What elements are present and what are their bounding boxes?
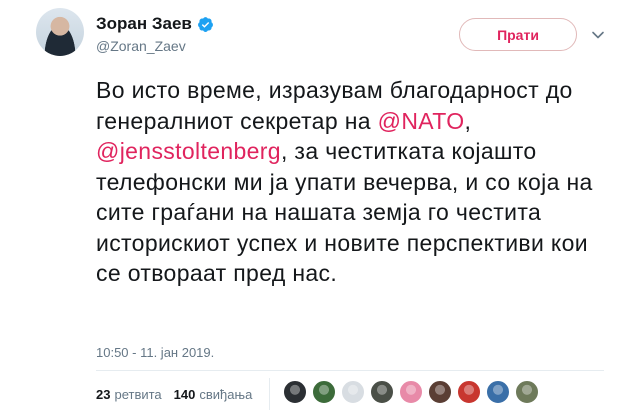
liker-avatar-1[interactable] — [283, 380, 307, 404]
tweet-timestamp[interactable]: 10:50 - 11. јан 2019. — [96, 345, 214, 360]
liker-avatar-7[interactable] — [457, 380, 481, 404]
likes-count: 140 — [173, 386, 196, 402]
liker-avatar-8[interactable] — [486, 380, 510, 404]
liker-avatar-4[interactable] — [370, 380, 394, 404]
liker-avatar-3[interactable] — [341, 380, 365, 404]
author-handle[interactable]: @Zoran_Zaev — [96, 38, 186, 54]
tweet-header: Зоран Заев @Zoran_Zaev Прати — [36, 8, 604, 64]
tweet-text: Во исто време, изразувам благодарност до… — [96, 75, 616, 289]
retweets-stat[interactable]: 23 ретвита — [96, 387, 162, 402]
mention-link[interactable]: @NATO — [378, 108, 465, 134]
retweets-count: 23 — [96, 386, 111, 402]
author-display-name[interactable]: Зоран Заев — [96, 14, 192, 34]
liker-avatars — [283, 380, 539, 404]
tweet-stats: 23 ретвита 140 свиђања — [96, 382, 264, 406]
retweets-label: ретвита — [114, 386, 162, 402]
chevron-down-icon[interactable] — [591, 28, 605, 42]
mention-link[interactable]: @jensstoltenberg — [96, 138, 281, 164]
tweet-text-part: , — [464, 107, 472, 134]
liker-avatar-9[interactable] — [515, 380, 539, 404]
liker-avatar-2[interactable] — [312, 380, 336, 404]
tweet-text-part: Во исто време, изразувам благодарност до… — [96, 77, 573, 134]
author-name-row: Зоран Заев — [96, 14, 214, 34]
liker-avatar-6[interactable] — [428, 380, 452, 404]
liker-avatar-5[interactable] — [399, 380, 423, 404]
verified-badge-icon — [197, 16, 213, 32]
likes-stat[interactable]: 140 свиђања — [174, 387, 253, 402]
divider — [96, 370, 604, 371]
likes-label: свиђања — [199, 386, 253, 402]
follow-button[interactable]: Прати — [459, 18, 577, 51]
profile-avatar[interactable] — [36, 8, 84, 56]
stats-separator — [269, 378, 270, 410]
